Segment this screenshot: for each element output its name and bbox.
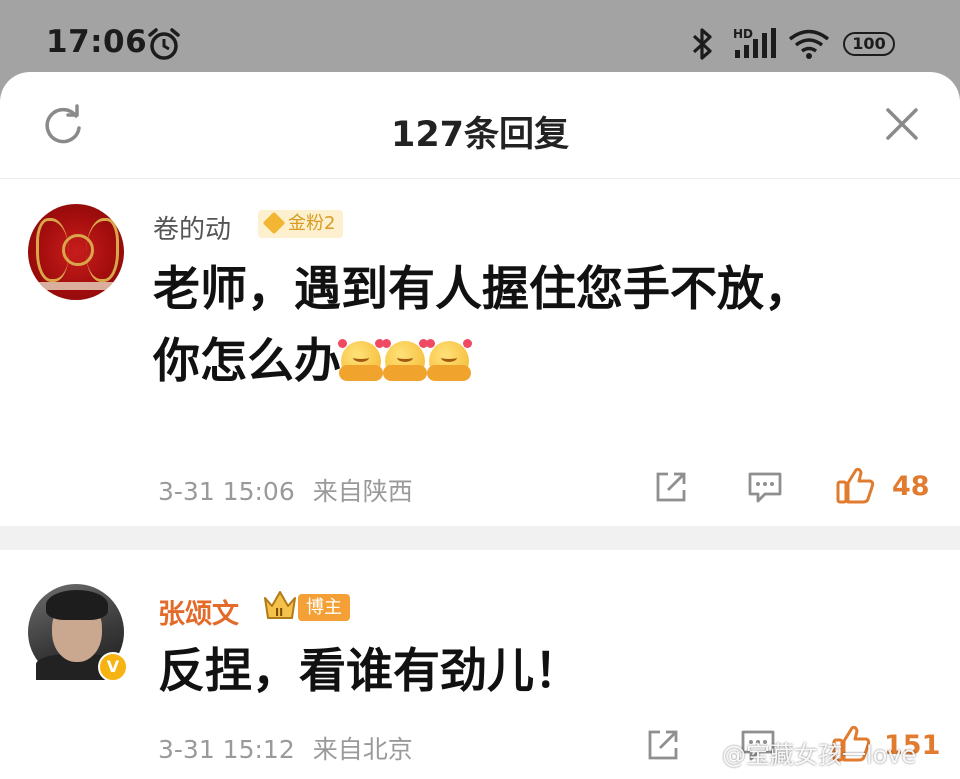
share-icon[interactable] [654, 470, 688, 504]
fan-badge-label: 金粉2 [288, 213, 336, 234]
comment-item: 卷的动 金粉2 老师，遇到有人握住您手不放，你怎么办 [0, 179, 960, 526]
hug-emoji-icon [382, 339, 428, 381]
divider [0, 526, 960, 550]
sheet-title: 127条回复 [390, 115, 570, 155]
comment-icon[interactable] [747, 470, 783, 504]
share-icon[interactable] [646, 728, 680, 762]
like-icon[interactable] [836, 466, 876, 504]
watermark: @宝藏女孩一love [722, 741, 917, 769]
wifi-icon [788, 29, 830, 59]
comment-location: 来自陕西 [312, 477, 413, 506]
signal-icon: HD [733, 27, 776, 58]
verified-badge-icon: V [98, 652, 128, 682]
gem-icon [262, 211, 286, 235]
avatar[interactable]: V [28, 584, 128, 682]
avatar[interactable] [28, 204, 124, 300]
comment-timestamp: 3-31 15:06 [158, 477, 295, 506]
like-count: 48 [892, 471, 930, 502]
comment-meta: 3-31 15:12 来自北京 [158, 730, 413, 766]
comment-text-body: 老师，遇到有人握住您手不放，你怎么办 [153, 262, 811, 389]
comment-meta: 3-31 15:06 来自陕西 [158, 472, 413, 508]
alarm-icon [148, 28, 180, 60]
comment-username[interactable]: 卷的动 [153, 209, 231, 246]
network-label: HD [733, 27, 753, 41]
comment-location: 来自北京 [312, 735, 413, 764]
hug-emoji-icon [426, 339, 472, 381]
fan-badge: 金粉2 [258, 210, 344, 238]
comment-timestamp: 3-31 15:12 [158, 735, 295, 764]
close-icon[interactable] [884, 106, 920, 142]
replies-sheet: 127条回复 卷的动 金粉2 老师，遇到有人握住您手不放，你怎么办 V 张颂文 … [0, 72, 960, 779]
status-bar: 17:06 HD 100 [0, 0, 960, 76]
hug-emoji-icon [338, 339, 384, 381]
battery-icon: 100 [843, 32, 895, 56]
crown-label: II [275, 606, 283, 619]
comment-username[interactable]: 张颂文 [158, 592, 239, 631]
bluetooth-icon [692, 28, 712, 60]
crown-icon: II [264, 591, 296, 619]
comment-text: 反捏，看谁有劲儿！ [158, 644, 581, 699]
host-badge: 博主 [298, 594, 350, 621]
sheet-header: 127条回复 [0, 72, 960, 179]
status-time: 17:06 [46, 24, 148, 60]
comment-text: 老师，遇到有人握住您手不放，你怎么办 [153, 254, 853, 398]
